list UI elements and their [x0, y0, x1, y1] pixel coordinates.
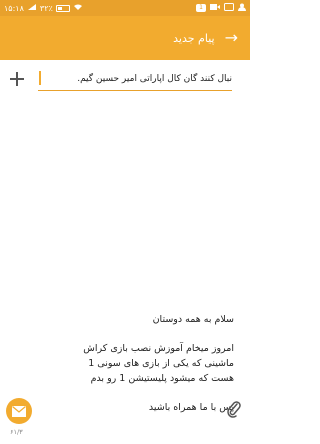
recipient-text: نبال کنند گان کال اپاراتی امیر حسین گیم. [77, 73, 232, 84]
status-right: 1 [196, 3, 246, 13]
add-recipient-button[interactable] [8, 70, 26, 88]
envelope-icon [12, 402, 26, 421]
text-cursor [39, 71, 41, 85]
message-line: امروز میخام آموزش نصب بازی کراش [83, 343, 234, 354]
arrow-right-icon[interactable]: → [225, 30, 238, 46]
send-button[interactable] [6, 398, 32, 424]
battery-percent: ۳۲٪ [39, 3, 53, 13]
app-bar: → پیام جدید [0, 16, 250, 60]
clock-time: ۱۵:۱۸ [4, 3, 24, 13]
message-line: پس با ما همراه باشید [148, 402, 234, 413]
message-line [36, 327, 234, 341]
page-title: پیام جدید [173, 31, 215, 45]
status-left: ۱۵:۱۸ ۳۲٪ [4, 3, 83, 13]
paperclip-icon[interactable] [226, 400, 242, 418]
video-icon [210, 3, 220, 13]
wifi-icon [73, 3, 83, 13]
battery-icon [55, 4, 70, 12]
character-counter: ۶۱/۳ [10, 428, 23, 436]
message-line [36, 386, 234, 400]
message-line: هست که میشود پلیستیشن 1 رو بدم [90, 373, 234, 384]
message-line: ماشینی که یکی از بازی های سونی 1 [88, 358, 234, 369]
signal-icon [27, 3, 37, 13]
recipient-row: نبال کنند گان کال اپاراتی امیر حسین گیم. [0, 60, 250, 98]
status-bar: ۱۵:۱۸ ۳۲٪ 1 [0, 0, 250, 16]
message-body-field[interactable]: سلام به همه دوستان امروز میخام آموزش نصب… [36, 312, 246, 440]
message-line: سلام به همه دوستان [152, 314, 234, 325]
app-badge-icon: 1 [196, 4, 206, 12]
person-icon [238, 3, 246, 13]
cast-icon [224, 3, 234, 13]
recipient-field[interactable]: نبال کنند گان کال اپاراتی امیر حسین گیم. [38, 67, 232, 91]
